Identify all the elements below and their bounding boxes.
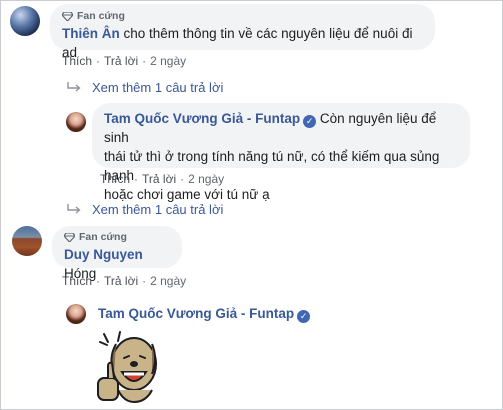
badge-label: Fan cứng — [79, 231, 127, 243]
avatar[interactable] — [66, 304, 86, 324]
comment-bubble: Tam Quốc Vương Giả - Funtap ✓ Còn nguyên … — [92, 103, 470, 202]
comment-actions: Thích · Trả lời · 2 ngày — [100, 172, 225, 186]
diamond-icon — [64, 232, 75, 242]
comment-time[interactable]: 2 ngày — [150, 274, 186, 288]
like-button[interactable]: Thích — [62, 54, 92, 68]
like-button[interactable]: Thích — [100, 172, 130, 186]
view-more-replies[interactable]: Xem thêm 1 câu trả lời — [66, 202, 223, 217]
comment-header: Tam Quốc Vương Giả - Funtap ✓ — [98, 306, 311, 323]
avatar[interactable] — [12, 226, 42, 256]
comment-time[interactable]: 2 ngày — [188, 172, 224, 186]
reply-arrow-icon — [67, 81, 81, 92]
fan-badge: Fan cứng — [64, 231, 170, 243]
avatar[interactable] — [66, 112, 86, 132]
reply-button[interactable]: Trả lời — [104, 54, 138, 68]
comment-author[interactable]: Tam Quốc Vương Giả - Funtap — [104, 111, 300, 126]
comment-bubble: Fan cứng Thiên Ân cho thêm thông tin về … — [50, 4, 435, 60]
reply-button[interactable]: Trả lời — [104, 274, 138, 288]
reply-button[interactable]: Trả lời — [142, 172, 176, 186]
verified-check-icon: ✓ — [303, 115, 317, 128]
avatar[interactable] — [10, 6, 40, 36]
comment-author[interactable]: Duy Nguyen — [64, 247, 143, 262]
comment-bubble: Fan cứng Duy Nguyen Hóng — [52, 226, 182, 281]
thumbs-up-dog-sticker — [97, 331, 157, 404]
reply-arrow-icon — [67, 203, 81, 214]
comment-actions: Thích · Trả lời · 2 ngày — [62, 54, 187, 68]
like-button[interactable]: Thích — [62, 274, 92, 288]
comment-time[interactable]: 2 ngày — [150, 54, 186, 68]
verified-check-icon: ✓ — [297, 310, 311, 323]
fan-badge: Fan cứng — [62, 10, 423, 22]
comment-actions: Thích · Trả lời · 2 ngày — [62, 274, 187, 288]
view-more-replies[interactable]: Xem thêm 1 câu trả lời — [66, 80, 223, 95]
view-more-label[interactable]: Xem thêm 1 câu trả lời — [92, 202, 223, 217]
badge-label: Fan cứng — [77, 10, 125, 22]
diamond-icon — [62, 11, 73, 21]
comment-author[interactable]: Tam Quốc Vương Giả - Funtap — [98, 306, 294, 321]
comment-author[interactable]: Thiên Ân — [62, 26, 120, 41]
view-more-label[interactable]: Xem thêm 1 câu trả lời — [92, 80, 223, 95]
